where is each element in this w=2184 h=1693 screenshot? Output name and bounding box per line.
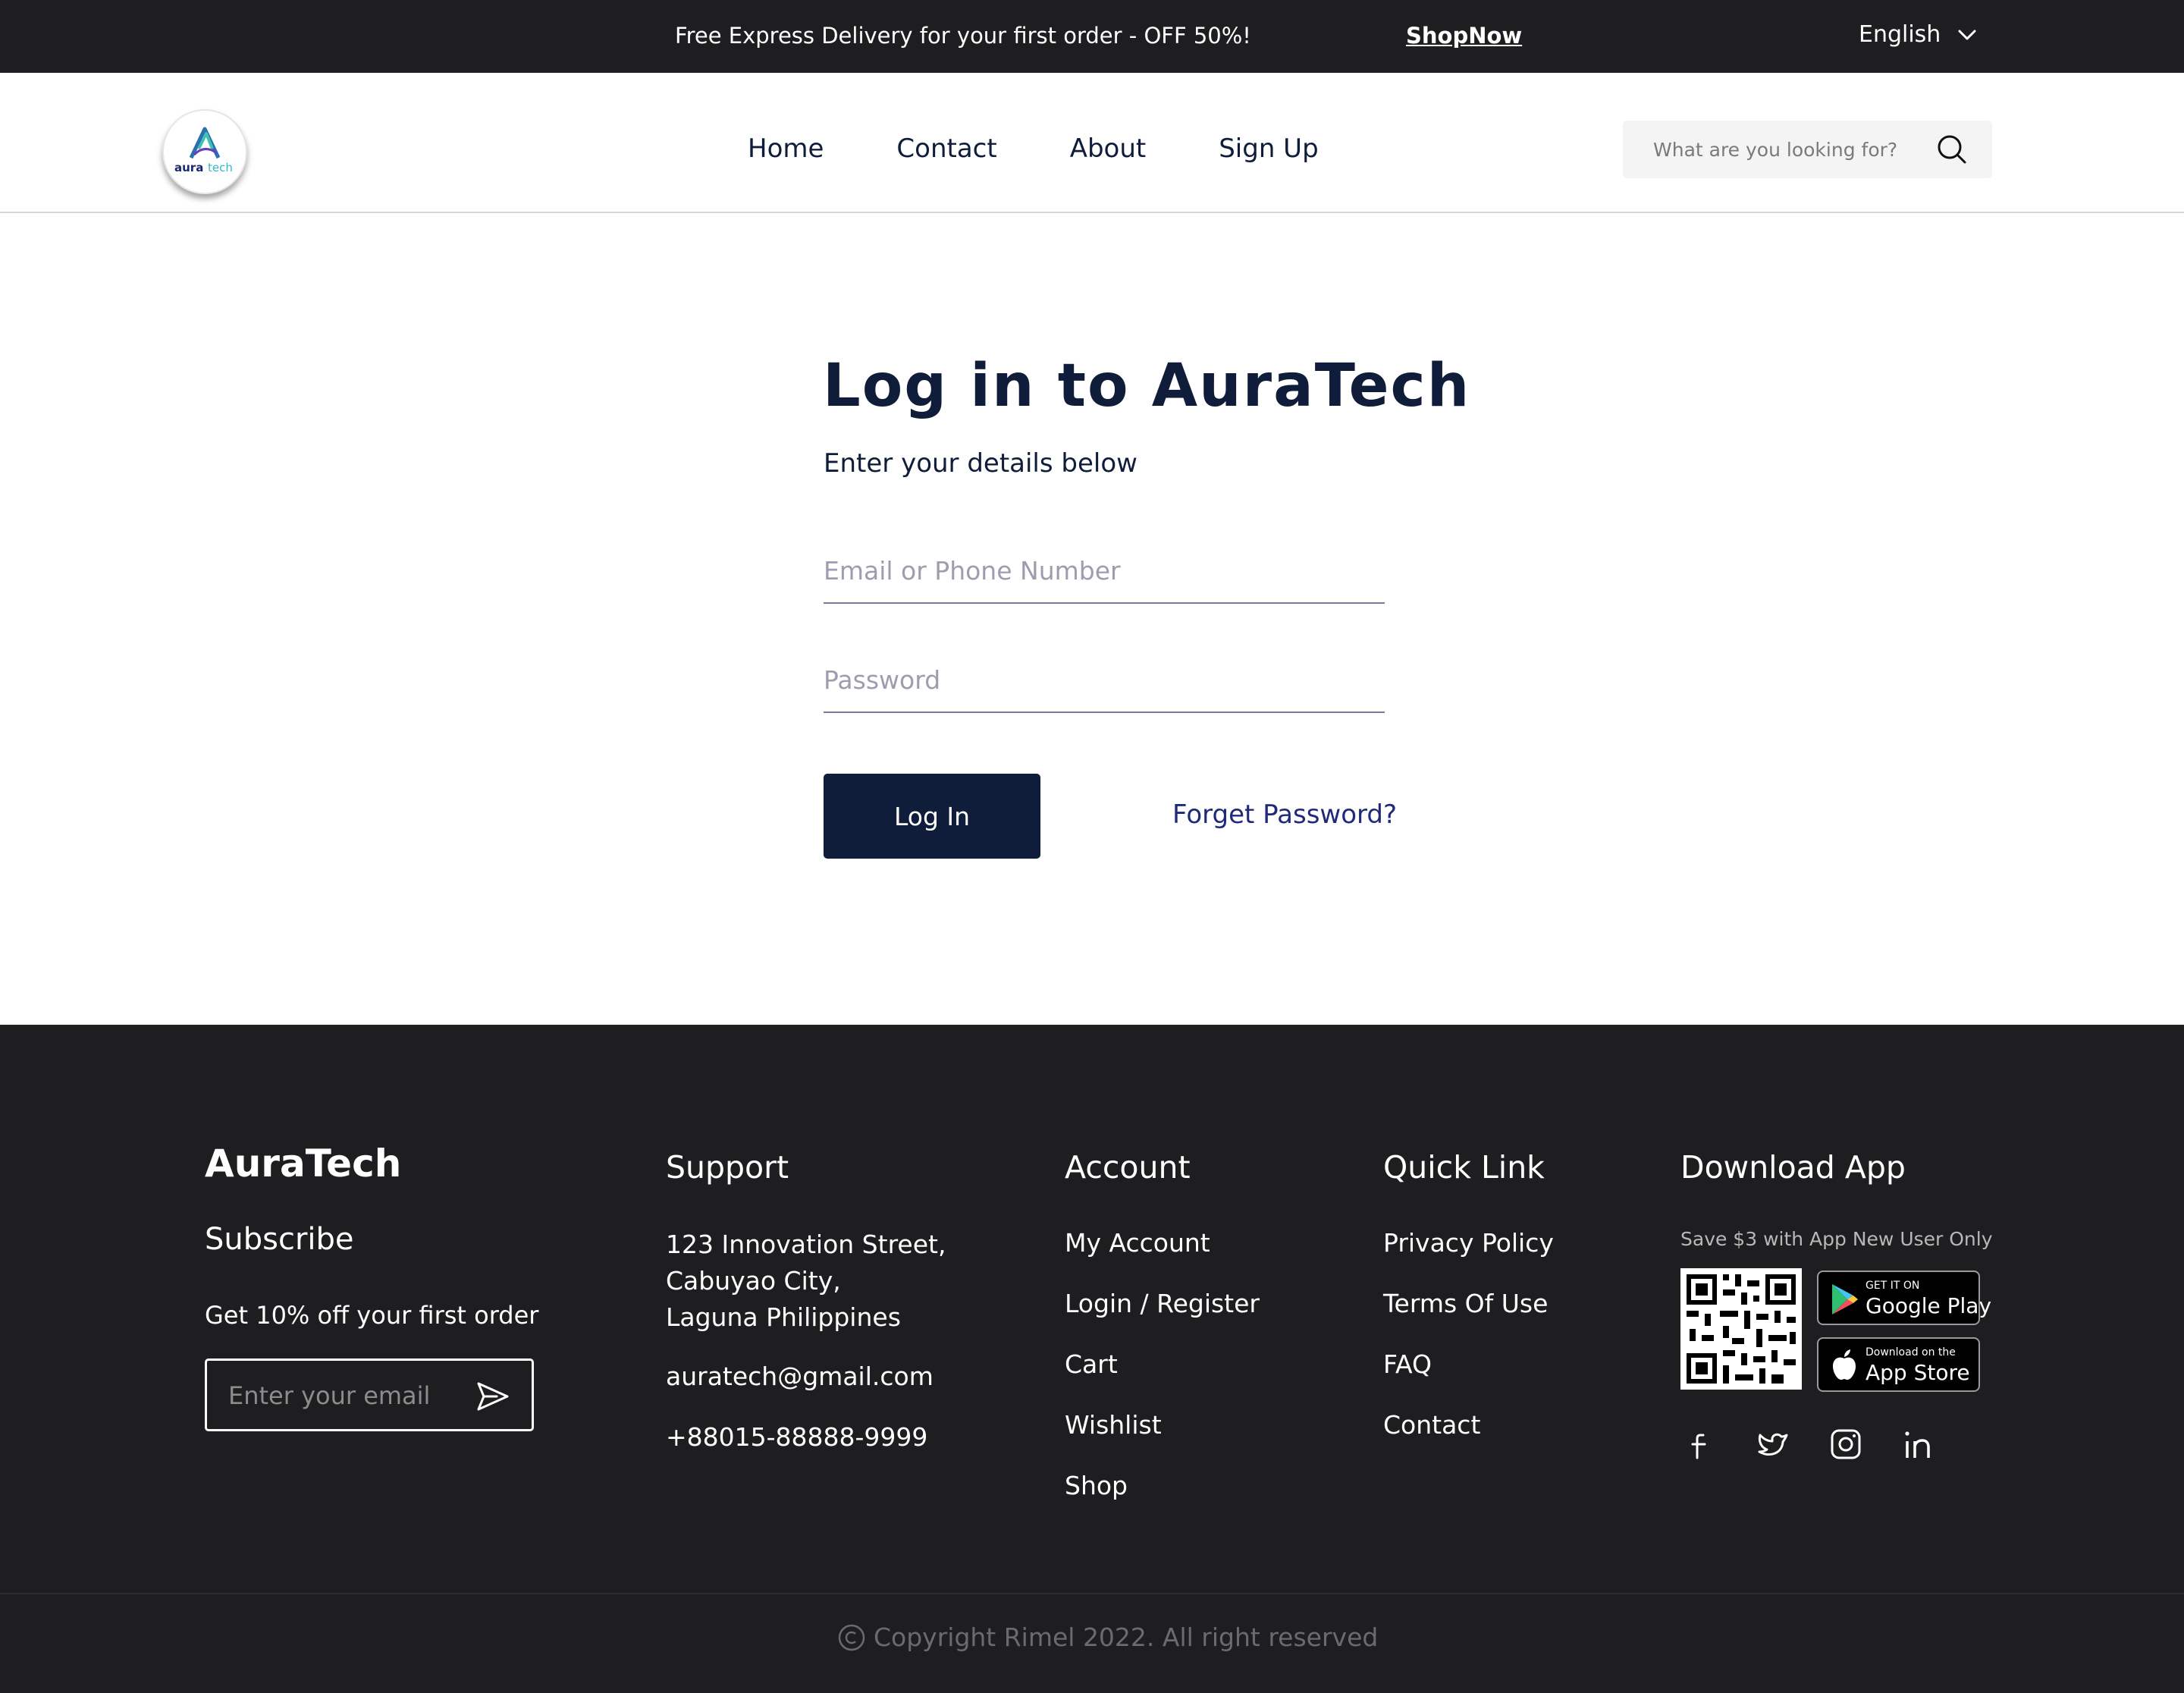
qr-code (1680, 1268, 1802, 1390)
support-address: 123 Innovation Street, Cabuyao City, Lag… (666, 1227, 946, 1336)
password-field[interactable] (824, 657, 1385, 702)
google-play-icon (1832, 1284, 1858, 1315)
nav-about[interactable]: About (1070, 133, 1147, 164)
chevron-down-icon (1958, 30, 1976, 39)
footer-link-privacy-policy[interactable]: Privacy Policy (1383, 1228, 1554, 1289)
logo[interactable]: aura tech (162, 109, 247, 194)
footer-link-login-register[interactable]: Login / Register (1065, 1289, 1260, 1349)
quick-link-title: Quick Link (1383, 1149, 1545, 1186)
footer-brand: AuraTech (205, 1142, 402, 1186)
account-title: Account (1065, 1149, 1191, 1186)
promo-text: Free Express Delivery for your first ord… (675, 23, 1251, 49)
app-promo-note: Save $3 with App New User Only (1680, 1228, 1993, 1250)
email-field-wrapper (824, 548, 1385, 604)
top-banner: Free Express Delivery for your first ord… (0, 0, 2184, 73)
language-label: English (1859, 21, 1941, 48)
app-store-button[interactable]: Download on the App Store (1817, 1337, 1980, 1392)
support-title: Support (666, 1149, 789, 1186)
footer-link-shop[interactable]: Shop (1065, 1471, 1260, 1531)
app-store-small-text: Download on the (1866, 1346, 1956, 1358)
nav-home[interactable]: Home (748, 133, 824, 164)
email-field[interactable] (824, 548, 1385, 593)
search-icon[interactable] (1935, 133, 1969, 166)
address-line: Laguna Philippines (666, 1302, 901, 1332)
copyright-text: Copyright Rimel 2022. All right reserved (874, 1622, 1379, 1652)
footer-divider (0, 1593, 2184, 1594)
subscribe-offer: Get 10% off your first order (205, 1301, 539, 1330)
apple-icon (1833, 1349, 1856, 1380)
footer-link-my-account[interactable]: My Account (1065, 1228, 1260, 1289)
google-play-label: Google Play (1866, 1293, 1992, 1318)
subscribe-email-input[interactable] (228, 1379, 456, 1412)
account-links: My Account Login / Register Cart Wishlis… (1065, 1228, 1260, 1531)
copyright: Copyright Rimel 2022. All right reserved (837, 1622, 1378, 1652)
support-email[interactable]: auratech@gmail.com (666, 1362, 934, 1391)
search-box (1623, 121, 1992, 178)
nav-sign-up[interactable]: Sign Up (1219, 133, 1318, 164)
language-selector[interactable]: English (1859, 21, 1977, 48)
search-input[interactable] (1653, 136, 1926, 163)
footer-link-cart[interactable]: Cart (1065, 1349, 1260, 1410)
download-app-title: Download App (1680, 1149, 1906, 1186)
shop-now-link[interactable]: ShopNow (1406, 23, 1522, 49)
svg-text:tech: tech (208, 161, 233, 174)
footer-link-contact[interactable]: Contact (1383, 1410, 1554, 1471)
auratech-logo-mark: aura tech (174, 127, 233, 174)
google-play-button[interactable]: GET IT ON Google Play (1817, 1271, 1991, 1325)
quick-links: Privacy Policy Terms Of Use FAQ Contact (1383, 1228, 1554, 1471)
instagram-icon[interactable] (1828, 1426, 1864, 1462)
footer-link-wishlist[interactable]: Wishlist (1065, 1410, 1260, 1471)
send-icon[interactable] (474, 1377, 512, 1415)
main-nav: Home Contact About Sign Up (748, 133, 1392, 164)
facebook-icon[interactable] (1682, 1426, 1718, 1462)
page-title: Log in to AuraTech (823, 352, 1471, 420)
twitter-icon[interactable] (1755, 1426, 1791, 1462)
address-line: Cabuyao City, (666, 1266, 841, 1296)
address-line: 123 Innovation Street, (666, 1230, 946, 1259)
site-footer: AuraTech Subscribe Get 10% off your firs… (0, 1025, 2184, 1693)
copyright-icon (838, 1624, 865, 1651)
social-links (1682, 1426, 1937, 1462)
site-header: aura tech Home Contact About Sign Up (0, 73, 2184, 213)
subscribe-title: Subscribe (205, 1222, 354, 1257)
page-subtitle: Enter your details below (824, 448, 1138, 479)
footer-link-faq[interactable]: FAQ (1383, 1349, 1554, 1410)
linkedin-icon[interactable] (1900, 1426, 1937, 1462)
login-button[interactable]: Log In (824, 774, 1040, 859)
svg-text:aura: aura (174, 161, 203, 174)
google-play-small-text: GET IT ON (1866, 1280, 1920, 1292)
subscribe-form (205, 1358, 534, 1431)
footer-link-terms-of-use[interactable]: Terms Of Use (1383, 1289, 1554, 1349)
password-field-wrapper (824, 657, 1385, 713)
app-store-label: App Store (1866, 1360, 1970, 1385)
support-phone[interactable]: +88015-88888-9999 (666, 1422, 927, 1452)
forget-password-link[interactable]: Forget Password? (1172, 799, 1397, 830)
nav-contact[interactable]: Contact (896, 133, 996, 164)
